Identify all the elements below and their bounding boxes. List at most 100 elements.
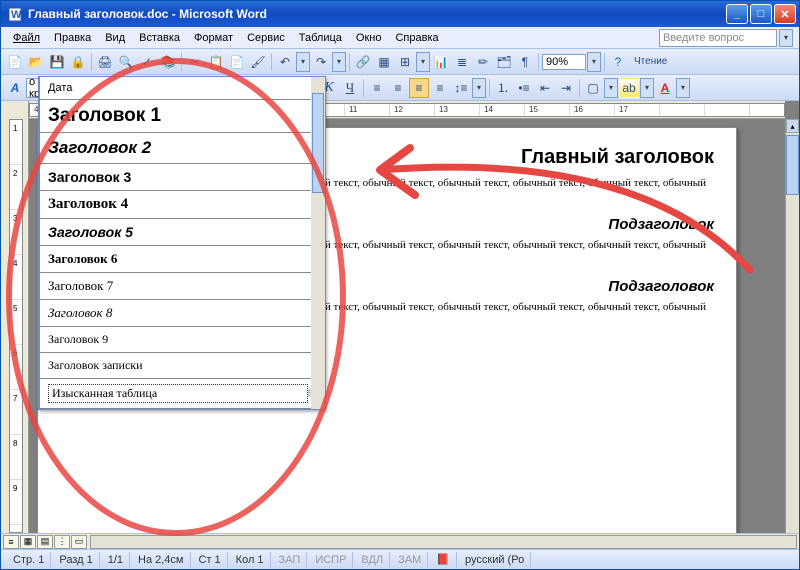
- format-painter-button[interactable]: 🖌: [248, 52, 268, 72]
- ask-question-input[interactable]: Введите вопрос: [659, 29, 777, 47]
- undo-dropdown-icon[interactable]: ▾: [296, 52, 310, 72]
- align-left-button[interactable]: ≡: [367, 78, 387, 98]
- excel-button[interactable]: 📊: [431, 52, 451, 72]
- scroll-up-icon[interactable]: ▴: [786, 119, 799, 133]
- status-trk[interactable]: ИСПР: [309, 552, 353, 568]
- close-button[interactable]: ✕: [774, 4, 796, 24]
- vertical-scrollbar[interactable]: ▴: [785, 119, 799, 533]
- borders-dropdown-icon[interactable]: ▾: [604, 78, 618, 98]
- redo-button[interactable]: ↷: [311, 52, 331, 72]
- menu-format[interactable]: Формат: [188, 30, 239, 46]
- menu-file[interactable]: Файл: [7, 30, 46, 46]
- status-language[interactable]: русский (Ро: [459, 552, 531, 568]
- menu-table[interactable]: Таблица: [293, 30, 348, 46]
- indent-increase-button[interactable]: ⇥: [556, 78, 576, 98]
- research-button[interactable]: 📚: [158, 52, 178, 72]
- status-spellcheck-icon[interactable]: 📕: [430, 552, 457, 568]
- vertical-ruler[interactable]: 123456789: [1, 119, 29, 533]
- style-item[interactable]: Заголовок 4¶: [39, 191, 325, 219]
- align-justify-button[interactable]: ≡: [430, 78, 450, 98]
- style-dropdown-scrollbar[interactable]: [311, 77, 325, 409]
- status-ext[interactable]: ВДЛ: [355, 552, 390, 568]
- new-button[interactable]: 📄: [5, 52, 25, 72]
- redo-dropdown-icon[interactable]: ▾: [332, 52, 346, 72]
- highlight-dropdown-icon[interactable]: ▾: [640, 78, 654, 98]
- permission-button[interactable]: 🔒: [68, 52, 88, 72]
- style-item[interactable]: Дата¶: [39, 77, 325, 100]
- align-right-button[interactable]: ≡: [409, 78, 429, 98]
- minimize-button[interactable]: _: [726, 4, 748, 24]
- zoom-input[interactable]: 90%: [542, 54, 586, 70]
- ask-dropdown-icon[interactable]: ▾: [779, 29, 793, 47]
- underline-button[interactable]: Ч: [340, 78, 360, 98]
- titlebar[interactable]: W Главный заголовок.doc - Microsoft Word…: [1, 1, 799, 27]
- bullets-button[interactable]: •≡: [514, 78, 534, 98]
- tables-button[interactable]: ▦: [374, 52, 394, 72]
- style-dropdown-panel[interactable]: Дата¶Заголовок 1¶Заголовок 2¶Заголовок 3…: [38, 76, 326, 410]
- undo-button[interactable]: ↶: [275, 52, 295, 72]
- scroll-thumb[interactable]: [312, 93, 324, 193]
- menu-insert[interactable]: Вставка: [133, 30, 186, 46]
- style-item[interactable]: Заголовок 9¶: [39, 327, 325, 353]
- docmap-button[interactable]: 🗂: [494, 52, 514, 72]
- ruler-corner[interactable]: [1, 101, 29, 119]
- numbering-button[interactable]: ⒈: [493, 78, 513, 98]
- horizontal-scrollbar[interactable]: [90, 535, 797, 549]
- save-button[interactable]: 💾: [47, 52, 67, 72]
- align-center-button[interactable]: ≡: [388, 78, 408, 98]
- insert-table-button[interactable]: ⊞: [395, 52, 415, 72]
- scroll-thumb[interactable]: [786, 135, 799, 195]
- showhide-button[interactable]: ¶: [515, 52, 535, 72]
- menu-window[interactable]: Окно: [350, 30, 388, 46]
- line-spacing-button[interactable]: ↕≡: [451, 78, 471, 98]
- highlight-button[interactable]: ab: [619, 78, 639, 98]
- status-position[interactable]: На 2,4см: [132, 552, 190, 568]
- status-section[interactable]: Разд 1: [53, 552, 99, 568]
- reading-view-button[interactable]: ▭: [71, 535, 87, 549]
- cut-button[interactable]: ✂: [185, 52, 205, 72]
- menu-edit[interactable]: Правка: [48, 30, 97, 46]
- menu-help[interactable]: Справка: [389, 30, 444, 46]
- status-ovr[interactable]: ЗАМ: [392, 552, 428, 568]
- print-layout-button[interactable]: ▤: [37, 535, 53, 549]
- menu-tools[interactable]: Сервис: [241, 30, 291, 46]
- hyperlink-button[interactable]: 🔗: [353, 52, 373, 72]
- status-page[interactable]: Стр. 1: [7, 552, 51, 568]
- status-pages[interactable]: 1/1: [102, 552, 130, 568]
- style-item[interactable]: Заголовок 8¶: [39, 300, 325, 327]
- maximize-button[interactable]: □: [750, 4, 772, 24]
- font-color-dropdown-icon[interactable]: ▾: [676, 78, 690, 98]
- styles-pane-button[interactable]: A: [5, 78, 25, 98]
- font-color-button[interactable]: A: [655, 78, 675, 98]
- help-button[interactable]: ?: [608, 52, 628, 72]
- reading-layout-button[interactable]: Чтение: [629, 52, 672, 72]
- style-item[interactable]: Заголовок записки¶: [39, 353, 325, 379]
- normal-view-button[interactable]: ≡: [3, 535, 19, 549]
- style-item[interactable]: Заголовок 7¶: [39, 273, 325, 300]
- indent-decrease-button[interactable]: ⇤: [535, 78, 555, 98]
- outline-view-button[interactable]: ⋮: [54, 535, 70, 549]
- style-item[interactable]: Заголовок 3¶: [39, 164, 325, 191]
- web-view-button[interactable]: ▦: [20, 535, 36, 549]
- style-item[interactable]: Заголовок 1¶: [39, 100, 325, 133]
- style-item[interactable]: Заголовок 5¶: [39, 219, 325, 246]
- copy-button[interactable]: 📋: [206, 52, 226, 72]
- print-button[interactable]: 🖨: [95, 52, 115, 72]
- menu-view[interactable]: Вид: [99, 30, 131, 46]
- status-line[interactable]: Ст 1: [193, 552, 228, 568]
- zoom-dropdown-icon[interactable]: ▾: [587, 52, 601, 72]
- preview-button[interactable]: 🔍: [116, 52, 136, 72]
- style-item[interactable]: Заголовок 6¶: [39, 246, 325, 273]
- status-column[interactable]: Кол 1: [230, 552, 271, 568]
- style-item[interactable]: Изысканная таблица⊞: [39, 379, 325, 409]
- insert-table-dropdown-icon[interactable]: ▾: [416, 52, 430, 72]
- style-item[interactable]: Заголовок 2¶: [39, 133, 325, 164]
- line-spacing-dropdown-icon[interactable]: ▾: [472, 78, 486, 98]
- status-rec[interactable]: ЗАП: [273, 552, 308, 568]
- borders-button[interactable]: ▢: [583, 78, 603, 98]
- drawing-button[interactable]: ✏: [473, 52, 493, 72]
- columns-button[interactable]: ≣: [452, 52, 472, 72]
- open-button[interactable]: 📂: [26, 52, 46, 72]
- spell-button[interactable]: ✓: [137, 52, 157, 72]
- paste-button[interactable]: 📄: [227, 52, 247, 72]
